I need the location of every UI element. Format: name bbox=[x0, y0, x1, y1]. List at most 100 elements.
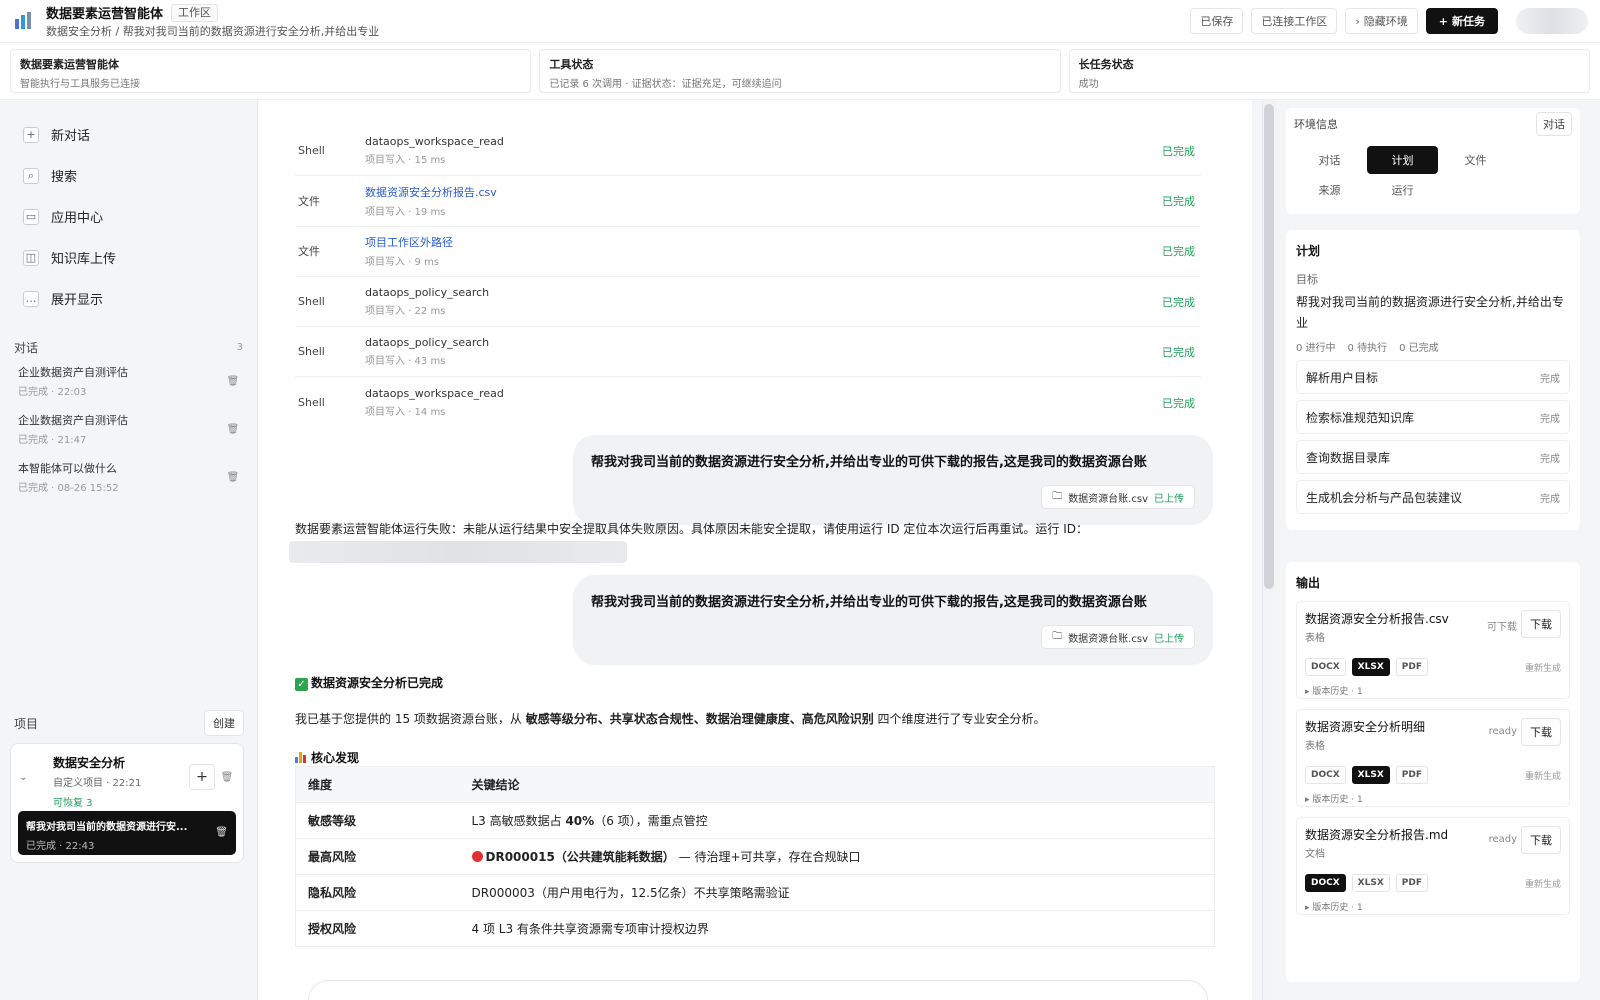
version-history[interactable]: ▸ 版本历史 · 1 bbox=[1305, 900, 1561, 913]
plan-title: 计划 bbox=[1296, 244, 1321, 258]
download-button[interactable]: 下载 bbox=[1521, 826, 1561, 854]
download-button[interactable]: 下载 bbox=[1521, 718, 1561, 746]
folder-icon: ▭ bbox=[23, 208, 39, 225]
task-status-desc: 成功 bbox=[1078, 79, 1099, 90]
conversation-sub: 已完成 · 21:47 bbox=[18, 435, 87, 446]
conclusion-text: （6 项），需重点管控 bbox=[594, 814, 708, 828]
plan-step[interactable]: 生成机会分析与产品包装建议 完成 bbox=[1296, 480, 1570, 514]
trash-icon[interactable]: 🗑 bbox=[227, 423, 240, 435]
conversation-title: 企业数据资产自测评估 bbox=[18, 414, 128, 427]
regenerate-button[interactable]: 重新生成 bbox=[1525, 769, 1561, 782]
finding-conclusion: DR000003（用户用电行为，12.5亿条）不共享策略需验证 bbox=[471, 886, 790, 900]
tab-sources[interactable]: 来源 bbox=[1294, 176, 1365, 204]
plan-step[interactable]: 查询数据目录库 完成 bbox=[1296, 440, 1570, 474]
trash-icon[interactable]: 🗑 bbox=[215, 827, 228, 838]
tab-run[interactable]: 运行 bbox=[1367, 176, 1438, 204]
tool-call-row[interactable]: 文件 项目工作区外路径 项目写入 · 9 ms 已完成 bbox=[295, 227, 1201, 277]
chevron-down-icon[interactable]: ⌄ bbox=[19, 772, 37, 783]
more-icon: … bbox=[23, 290, 39, 307]
attachment-chip[interactable]: 🗀 数据资源台账.csv 已上传 bbox=[1041, 625, 1195, 649]
tool-call-row[interactable]: Shell dataops_workspace_read 项目写入 · 14 ms… bbox=[295, 377, 1201, 427]
conversation-title: 企业数据资产自测评估 bbox=[18, 366, 128, 379]
download-button[interactable]: 下载 bbox=[1521, 610, 1561, 638]
trash-icon[interactable]: 🗑 bbox=[227, 471, 240, 483]
env-info-card: 环境信息 对话 对话 计划 文件 来源 运行 bbox=[1286, 108, 1580, 214]
conversations-count: 3 bbox=[236, 341, 243, 353]
format-xlsx[interactable]: XLSX bbox=[1351, 658, 1390, 676]
sidebar-item-new-chat[interactable]: + 新对话 bbox=[0, 114, 257, 155]
tool-type: 文件 bbox=[298, 245, 320, 259]
trash-icon[interactable]: 🗑 bbox=[227, 375, 240, 387]
conclusion-bold: DR000015（公共建筑能耗数据） bbox=[485, 850, 675, 864]
tool-meta: 项目写入 · 15 ms bbox=[365, 155, 446, 167]
tab-plan[interactable]: 计划 bbox=[1367, 146, 1438, 174]
red-circle-icon bbox=[471, 851, 483, 862]
hide-env-button[interactable]: › 隐藏环境 bbox=[1345, 8, 1418, 34]
saved-status: 已保存 bbox=[1190, 8, 1244, 34]
tool-type: Shell bbox=[298, 396, 325, 410]
trash-icon[interactable]: 🗑 bbox=[219, 764, 235, 790]
workspace-tag: 工作区 bbox=[171, 3, 219, 22]
tab-chat[interactable]: 对话 bbox=[1294, 146, 1365, 174]
sidebar-item-app-center[interactable]: ▭ 应用中心 bbox=[0, 196, 257, 237]
create-project-button[interactable]: 创建 bbox=[204, 710, 244, 736]
format-docx[interactable]: DOCX bbox=[1305, 766, 1346, 784]
list-item[interactable]: 企业数据资产自测评估 已完成 · 21:47 🗑 bbox=[0, 405, 257, 453]
sidebar-item-search[interactable]: ⌕ 搜索 bbox=[0, 155, 257, 196]
summary-pre: 我已基于您提供的 15 项数据资源台账，从 bbox=[295, 712, 526, 726]
plan-step[interactable]: 检索标准规范知识库 完成 bbox=[1296, 400, 1570, 434]
regenerate-button[interactable]: 重新生成 bbox=[1525, 877, 1561, 890]
output-title: 输出 bbox=[1296, 576, 1321, 590]
output-file: 数据资源安全分析报告.csv 表格 可下载 下载 DOCX XLSX PDF 重… bbox=[1296, 601, 1570, 699]
attachment-chip[interactable]: 🗀 数据资源台账.csv 已上传 bbox=[1041, 485, 1195, 509]
conclusion-text: L3 高敏感数据占 bbox=[471, 814, 566, 828]
tool-meta: 项目写入 · 22 ms bbox=[365, 306, 446, 318]
env-title: 环境信息 bbox=[1294, 118, 1338, 131]
project-card[interactable]: ⌄ 数据安全分析 自定义项目 · 22:21 可恢复 3 + 🗑 帮我对我司当前… bbox=[10, 743, 244, 863]
tool-call-row[interactable]: 文件 数据资源安全分析报告.csv 项目写入 · 19 ms 已完成 bbox=[295, 176, 1201, 227]
scrollbar-thumb[interactable] bbox=[1264, 104, 1274, 589]
sidebar-item-knowledge-upload[interactable]: ◫ 知识库上传 bbox=[0, 237, 257, 278]
analysis-summary: 我已基于您提供的 15 项数据资源台账，从 敏感等级分布、共享状态合规性、数据治… bbox=[295, 710, 1046, 727]
user-message-text: 帮我对我司当前的数据资源进行安全分析,并给出专业的可供下载的报告,这是我司的数据… bbox=[591, 595, 1147, 610]
list-item[interactable]: 企业数据资产自测评估 已完成 · 22:03 🗑 bbox=[0, 357, 257, 405]
chat-toggle-button[interactable]: 对话 bbox=[1536, 112, 1572, 136]
sidebar-item-expand[interactable]: … 展开显示 bbox=[0, 278, 257, 319]
folder-icon: 🗀 bbox=[1052, 630, 1063, 642]
connected-status: 已连接工作区 bbox=[1251, 8, 1338, 34]
conversation-title: 本智能体可以做什么 bbox=[18, 462, 117, 475]
hide-env-label: 隐藏环境 bbox=[1363, 15, 1408, 28]
count-done: 0 已完成 bbox=[1399, 343, 1439, 354]
file-link[interactable]: 项目工作区外路径 bbox=[365, 234, 453, 250]
format-xlsx[interactable]: XLSX bbox=[1351, 874, 1390, 892]
file-link[interactable]: 数据资源安全分析报告.csv bbox=[365, 184, 497, 200]
chat-input[interactable] bbox=[308, 980, 1208, 1000]
format-docx[interactable]: DOCX bbox=[1305, 874, 1346, 892]
file-state: ready bbox=[1488, 726, 1517, 737]
tool-call-row[interactable]: Shell dataops_workspace_read 项目写入 · 15 ms… bbox=[295, 126, 1201, 177]
analysis-done-title: ✓ 数据资源安全分析已完成 bbox=[295, 674, 443, 691]
add-run-button[interactable]: + bbox=[189, 764, 215, 790]
avatar[interactable] bbox=[1516, 8, 1588, 34]
tool-status-title: 工具状态 bbox=[549, 58, 594, 71]
project-run-item[interactable]: 帮我对我司当前的数据资源进行安... 已完成 · 22:43 🗑 bbox=[18, 811, 236, 855]
plan-step[interactable]: 解析用户目标 完成 bbox=[1296, 360, 1570, 394]
tool-call-row[interactable]: Shell dataops_policy_search 项目写入 · 43 ms … bbox=[295, 327, 1201, 378]
list-item[interactable]: 本智能体可以做什么 已完成 · 08-26 15:52 🗑 bbox=[0, 453, 257, 501]
version-history[interactable]: ▸ 版本历史 · 1 bbox=[1305, 684, 1561, 697]
regenerate-button[interactable]: 重新生成 bbox=[1525, 661, 1561, 674]
status-badge: 已完成 bbox=[1162, 295, 1195, 309]
tool-name: dataops_workspace_read bbox=[365, 387, 504, 401]
new-task-button[interactable]: + 新任务 bbox=[1425, 8, 1498, 34]
finding-conclusion: DR000015（公共建筑能耗数据） — 待治理+可共享，存在合规缺口 bbox=[460, 839, 1215, 875]
format-docx[interactable]: DOCX bbox=[1305, 658, 1346, 676]
tool-call-row[interactable]: Shell dataops_policy_search 项目写入 · 22 ms … bbox=[295, 277, 1201, 328]
format-pdf[interactable]: PDF bbox=[1395, 766, 1428, 784]
finding-dimension: 最高风险 bbox=[308, 850, 357, 864]
version-history[interactable]: ▸ 版本历史 · 1 bbox=[1305, 792, 1561, 805]
format-pdf[interactable]: PDF bbox=[1395, 874, 1428, 892]
format-pdf[interactable]: PDF bbox=[1395, 658, 1428, 676]
goal-label: 目标 bbox=[1296, 273, 1318, 286]
format-xlsx[interactable]: XLSX bbox=[1351, 766, 1390, 784]
tab-files[interactable]: 文件 bbox=[1440, 146, 1511, 174]
